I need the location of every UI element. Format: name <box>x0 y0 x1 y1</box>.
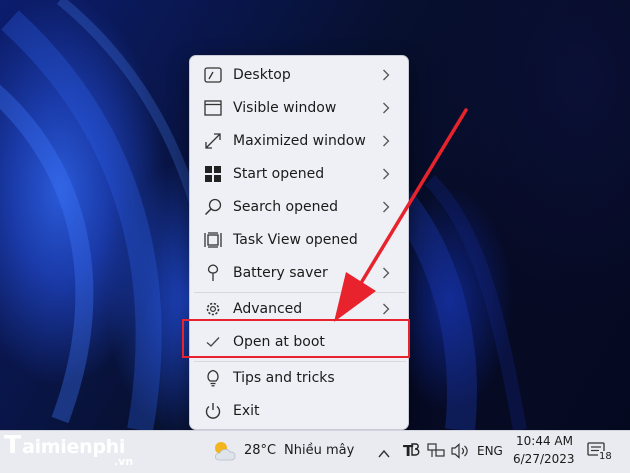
annotation-arrow <box>334 108 468 322</box>
chevron-up-icon[interactable] <box>378 444 390 463</box>
clock-date[interactable]: 6/27/2023 <box>513 452 575 466</box>
network-icon[interactable] <box>427 443 445 463</box>
notification-count-badge: 18 <box>598 451 613 462</box>
watermark-logo: T aimienphi <box>4 430 126 459</box>
app-tray-icon[interactable]: T <box>402 440 420 464</box>
weather-condition[interactable]: Nhiều mây <box>284 443 354 458</box>
clock-time[interactable]: 10:44 AM <box>516 434 573 448</box>
weather-cloud-icon[interactable] <box>212 440 238 466</box>
volume-icon[interactable] <box>451 443 469 463</box>
logo-initial: T <box>4 430 22 459</box>
language-indicator[interactable]: ENG <box>477 444 503 458</box>
logo-tld: .vn <box>114 455 134 468</box>
weather-temperature[interactable]: 28°C <box>244 443 276 458</box>
logo-text: aimienphi <box>22 436 126 458</box>
